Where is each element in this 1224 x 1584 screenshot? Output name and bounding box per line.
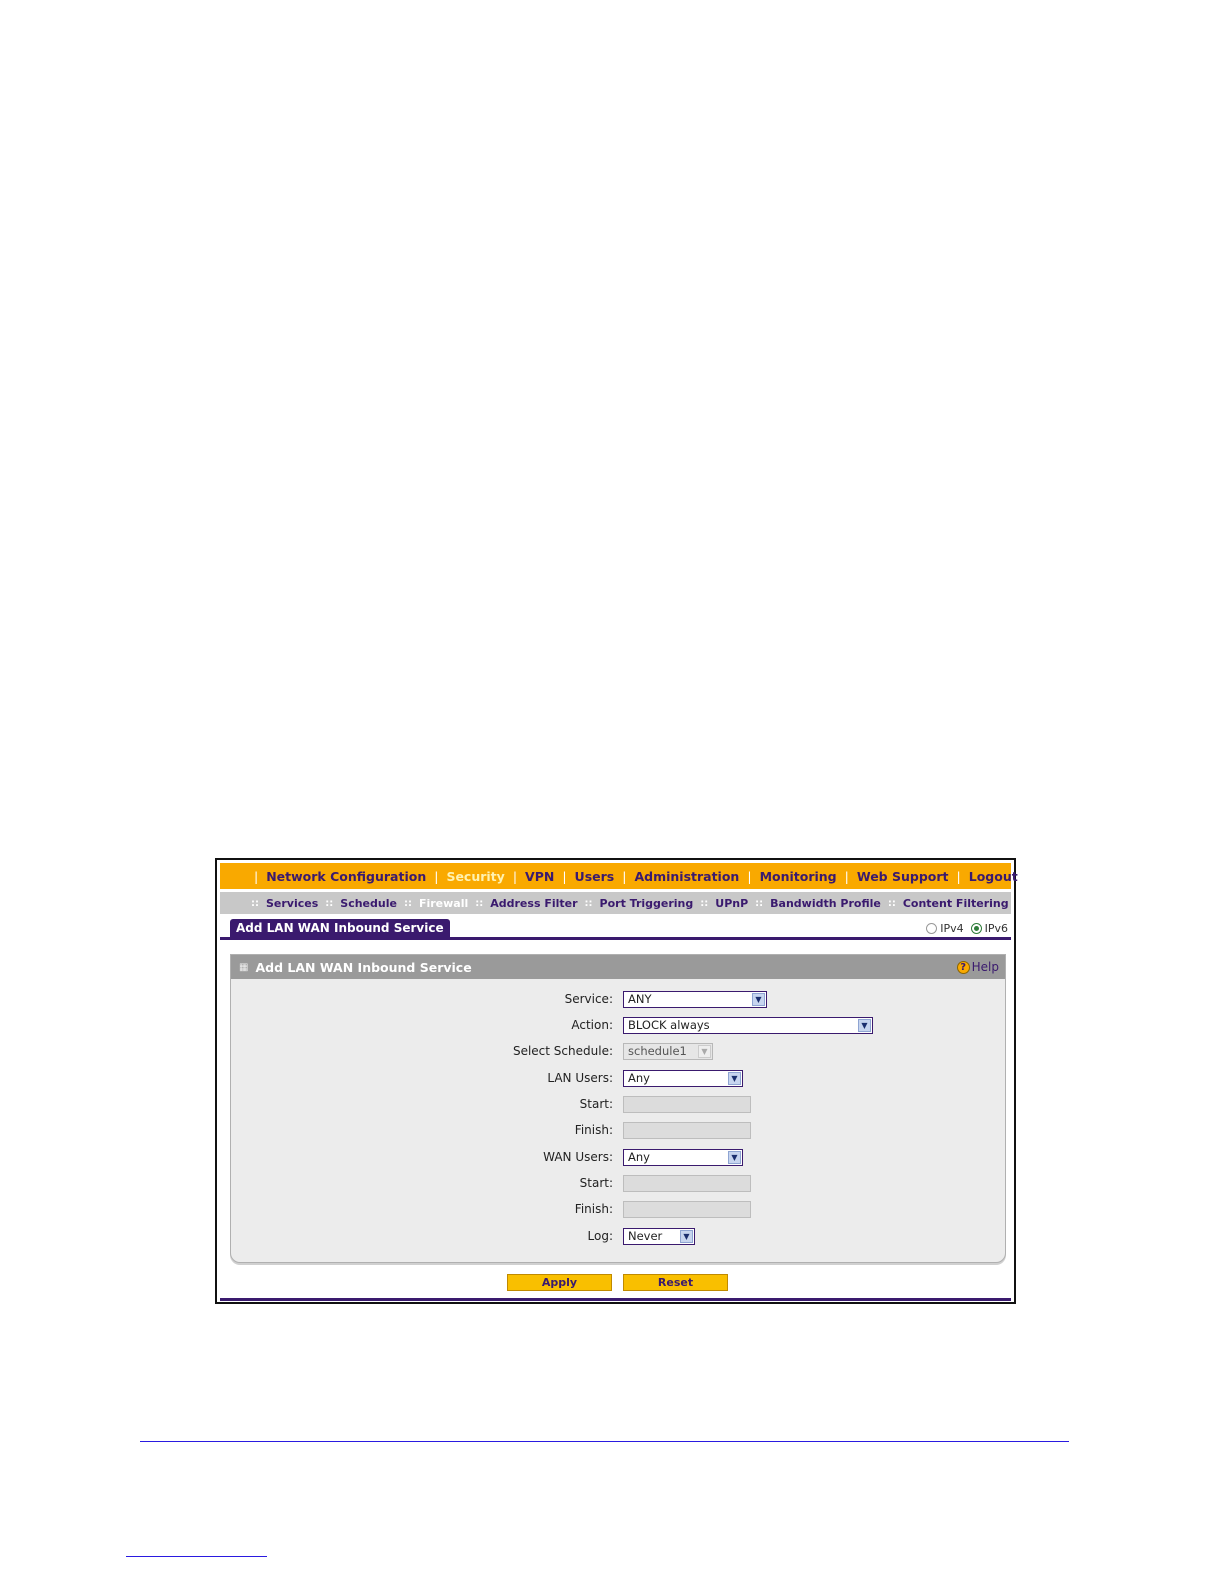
sub-nav-bar: :: Services :: Schedule :: Firewall :: A…	[220, 892, 1024, 914]
nav-network-configuration[interactable]: Network Configuration	[266, 869, 426, 884]
lan-start-row: Start:	[231, 1094, 1005, 1114]
chevron-down-icon: ▼	[858, 1018, 871, 1032]
footnote-rule	[126, 1556, 267, 1557]
ipv6-radio[interactable]	[970, 923, 982, 934]
panel-title: Add LAN WAN Inbound Service	[255, 959, 472, 975]
subnav-content-filtering[interactable]: Content Filtering	[903, 897, 1009, 910]
chevron-down-icon: ▼	[752, 992, 765, 1006]
service-row: Service: ANY ▼	[231, 989, 1005, 1009]
wan-users-row: WAN Users: Any ▼	[231, 1147, 1005, 1167]
chevron-down-icon: ▼	[680, 1229, 693, 1243]
nav-monitoring[interactable]: Monitoring	[760, 869, 837, 884]
wan-start-field[interactable]	[623, 1174, 751, 1192]
nav-web-support[interactable]: Web Support	[857, 869, 949, 884]
subnav-address-filter[interactable]: Address Filter	[490, 897, 577, 910]
nav-users[interactable]: Users	[575, 869, 615, 884]
page-footer-rule	[140, 1441, 1069, 1442]
top-nav-bar: | Network Configuration | Security | VPN…	[220, 863, 1030, 889]
wan-users-label: WAN Users:	[543, 1150, 613, 1164]
subnav-schedule[interactable]: Schedule	[340, 897, 397, 910]
lan-start-field[interactable]	[623, 1095, 751, 1113]
ip-version-selector: IPv4 IPv6	[926, 922, 1008, 935]
log-label: Log:	[587, 1229, 613, 1243]
wan-users-select[interactable]: Any ▼	[623, 1148, 743, 1166]
nav-vpn[interactable]: VPN	[525, 869, 554, 884]
service-select[interactable]: ANY ▼	[623, 990, 767, 1008]
grip-icon: ▦	[239, 961, 249, 973]
subnav-firewall[interactable]: Firewall	[419, 897, 468, 910]
schedule-label: Select Schedule:	[512, 1044, 613, 1058]
subnav-services[interactable]: Services	[266, 897, 318, 910]
lan-finish-label: Finish:	[574, 1123, 613, 1137]
bottom-border	[220, 1298, 1011, 1301]
subnav-port-triggering[interactable]: Port Triggering	[600, 897, 694, 910]
lan-users-select[interactable]: Any ▼	[623, 1069, 743, 1087]
nav-security[interactable]: Security	[446, 869, 504, 884]
action-label: Action:	[571, 1018, 613, 1032]
subnav-bandwidth-profile[interactable]: Bandwidth Profile	[770, 897, 881, 910]
apply-button[interactable]: Apply	[507, 1274, 612, 1291]
help-label: Help	[971, 960, 999, 974]
nav-logout[interactable]: Logout	[969, 869, 1018, 884]
lan-finish-row: Finish:	[231, 1120, 1005, 1140]
chevron-down-icon: ▼	[698, 1044, 711, 1058]
ipv4-radio[interactable]	[926, 923, 938, 934]
lan-users-label: LAN Users:	[547, 1071, 613, 1085]
wan-finish-row: Finish:	[231, 1199, 1005, 1219]
ipv4-label: IPv4	[940, 922, 964, 935]
wan-start-row: Start:	[231, 1173, 1005, 1193]
wan-finish-label: Finish:	[574, 1202, 613, 1216]
tab-add-lan-wan-inbound-service[interactable]: Add LAN WAN Inbound Service	[230, 919, 450, 938]
router-admin-window: | Network Configuration | Security | VPN…	[215, 858, 1030, 1304]
ipv6-label: IPv6	[984, 922, 1008, 935]
schedule-select[interactable]: schedule1 ▼	[623, 1042, 713, 1060]
help-link[interactable]: ? Help	[956, 960, 999, 974]
lan-users-row: LAN Users: Any ▼	[231, 1068, 1005, 1088]
action-row: Action: BLOCK always ▼	[231, 1015, 1005, 1035]
reset-button[interactable]: Reset	[623, 1274, 728, 1291]
inbound-service-panel: ▦ Add LAN WAN Inbound Service ? Help Ser…	[230, 954, 1006, 1263]
subnav-upnp[interactable]: UPnP	[715, 897, 748, 910]
log-row: Log: Never ▼	[231, 1226, 1005, 1246]
action-select[interactable]: BLOCK always ▼	[623, 1016, 873, 1034]
wan-finish-field[interactable]	[623, 1200, 751, 1218]
chevron-down-icon: ▼	[728, 1150, 741, 1164]
nav-administration[interactable]: Administration	[634, 869, 739, 884]
lan-start-label: Start:	[579, 1097, 613, 1111]
help-icon: ?	[956, 960, 970, 974]
wan-start-label: Start:	[579, 1176, 613, 1190]
tab-underline	[220, 937, 1011, 940]
lan-finish-field[interactable]	[623, 1121, 751, 1139]
panel-header: ▦ Add LAN WAN Inbound Service ? Help	[231, 955, 1005, 979]
chevron-down-icon: ▼	[728, 1071, 741, 1085]
log-select[interactable]: Never ▼	[623, 1227, 695, 1245]
service-label: Service:	[564, 992, 613, 1006]
schedule-row: Select Schedule: schedule1 ▼	[231, 1041, 1005, 1061]
